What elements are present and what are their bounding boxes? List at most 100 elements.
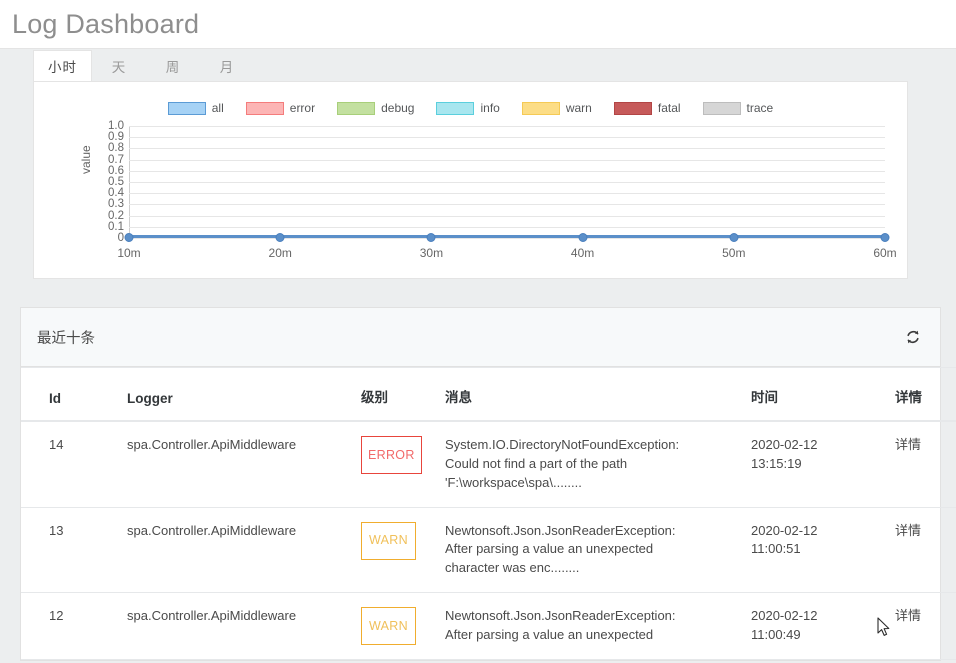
y-axis-tick: 0.4: [108, 187, 124, 200]
time-line: 13:15:19: [751, 455, 802, 471]
data-point[interactable]: [275, 233, 285, 242]
tab-label: 小时: [48, 60, 77, 75]
chart-plot-area: 1.0 0.9 0.8 0.7 0.6 0.5 0.4 0.3 0.2 0.1 0 10m 20m 30m…: [108, 120, 897, 260]
column-header-4: 时间: [743, 367, 887, 422]
tab-3[interactable]: 月: [200, 50, 254, 81]
grid-line: [129, 204, 885, 206]
time-line: 2020-02-12: [751, 437, 818, 452]
message-line: Could not find a part of the path: [445, 455, 628, 471]
legend-item-warn[interactable]: warn: [521, 101, 592, 115]
y-axis-tick: 0: [117, 232, 124, 244]
recent-logs-title: 最近十条: [37, 330, 95, 347]
table-row: 14 spa.Controller.ApiMiddleware ERROR Syste…: [21, 421, 956, 508]
cell-time: 2020-02-12 13:15:19: [743, 421, 887, 508]
cell-level: WARN: [353, 507, 437, 594]
cell-message: Newtonsoft.Json.JsonReaderException: Afte…: [437, 592, 743, 661]
cell-time: 2020-02-12 11:00:49: [743, 592, 887, 661]
y-axis-tick: 0.6: [108, 164, 124, 177]
message-line: System.IO.DirectoryNotFoundException:: [445, 437, 680, 452]
y-axis-tick: 1.0: [108, 120, 124, 132]
tab-1[interactable]: 天: [92, 50, 146, 81]
detail-link[interactable]: 详情: [895, 523, 921, 538]
tab-label: 月: [219, 59, 235, 75]
legend-swatch-info: [436, 101, 475, 115]
message-line: Newtonsoft.Json.JsonReaderException:: [445, 522, 676, 538]
status-badge: ERROR: [361, 436, 422, 474]
grid-line: [129, 148, 885, 150]
recent-logs-card-header: 最近十条: [21, 308, 940, 367]
time-line: 11:00:51: [751, 541, 801, 557]
period-tabs: 小时 天 周 月: [33, 50, 908, 81]
logs-table-body: 14 spa.Controller.ApiMiddleware ERROR Syste…: [21, 421, 956, 661]
legend-item-debug[interactable]: debug: [337, 101, 414, 115]
chart-legend: all error debug info warn fatal trace: [34, 101, 907, 115]
chart-card: all error debug info warn fatal trace value 1.…: [33, 81, 908, 279]
grid-line: [129, 226, 885, 228]
grid-line: [129, 193, 885, 195]
legend-label-error: error: [289, 101, 316, 115]
tab-0[interactable]: 小时: [33, 50, 92, 81]
cell-detail: 详情: [887, 592, 956, 661]
table-row: 12 spa.Controller.ApiMiddleware WARN Newton…: [21, 592, 956, 661]
status-badge: WARN: [361, 607, 416, 646]
legend-label-trace: trace: [746, 101, 774, 115]
message-line: After parsing a value an unexpected: [445, 626, 654, 642]
message-line: 'F:\workspace\spa\........: [445, 474, 582, 490]
detail-link[interactable]: 详情: [895, 608, 921, 623]
cell-logger: spa.Controller.ApiMiddleware: [119, 421, 353, 508]
logs-table-head: Id Logger 级别 消息 时间 详情: [21, 367, 956, 422]
tab-label: 周: [165, 59, 181, 75]
cell-logger: spa.Controller.ApiMiddleware: [119, 507, 353, 594]
recent-logs-card: 最近十条 Id Logger 级别 消息 时间 详情 14 spa.Controller.A…: [20, 307, 956, 662]
y-axis-tick: 0.9: [108, 131, 124, 144]
tab-2[interactable]: 周: [146, 50, 200, 81]
cell-detail: 详情: [887, 421, 956, 508]
y-axis-tick: 0.5: [108, 176, 124, 188]
legend-item-info[interactable]: info: [436, 101, 500, 115]
legend-swatch-warn: [521, 101, 560, 115]
legend-item-trace[interactable]: trace: [702, 101, 774, 115]
grid-line: [129, 215, 885, 217]
column-header-1: Logger: [119, 367, 353, 422]
column-header-0: Id: [21, 367, 119, 422]
column-header-5: 详情: [887, 367, 956, 422]
x-axis-tick: 30m: [419, 246, 444, 260]
time-line: 2020-02-12: [751, 608, 818, 624]
legend-label-warn: warn: [565, 101, 592, 115]
cell-id: 13: [21, 507, 119, 594]
data-point[interactable]: [124, 233, 134, 242]
x-axis-tick: 60m: [873, 246, 897, 260]
cell-id: 14: [21, 421, 119, 508]
legend-item-error[interactable]: error: [245, 101, 316, 115]
refresh-button[interactable]: [902, 326, 924, 348]
grid-line: [129, 159, 885, 161]
y-axis-tick: 0.3: [108, 198, 124, 211]
legend-label-all: all: [211, 101, 224, 115]
legend-item-all[interactable]: all: [167, 101, 224, 115]
time-line: 11:00:49: [751, 626, 801, 642]
page-title: Log Dashboard: [12, 8, 200, 39]
grid-line: [129, 137, 885, 139]
data-point[interactable]: [426, 233, 436, 242]
y-axis-tick: 0.2: [108, 209, 124, 222]
legend-label-info: info: [480, 101, 500, 115]
legend-item-fatal[interactable]: fatal: [613, 101, 681, 115]
x-axis-tick: 10m: [117, 246, 141, 260]
column-header-3: 消息: [437, 367, 743, 422]
data-point[interactable]: [880, 233, 890, 242]
data-point[interactable]: [729, 233, 739, 242]
legend-swatch-fatal: [613, 101, 652, 115]
detail-link[interactable]: 详情: [895, 437, 921, 452]
grid-line: [129, 126, 885, 127]
table-row: 13 spa.Controller.ApiMiddleware WARN Newton…: [21, 507, 956, 594]
refresh-icon: [907, 330, 919, 344]
y-axis-tick: 0.8: [108, 142, 124, 155]
cell-detail: 详情: [887, 507, 956, 594]
message-line: After parsing a value an unexpected: [445, 541, 654, 557]
chart-inner: all error debug info warn fatal trace value 1.…: [34, 82, 907, 278]
status-badge: WARN: [361, 521, 416, 560]
cell-logger: spa.Controller.ApiMiddleware: [119, 592, 353, 661]
data-point[interactable]: [578, 233, 588, 242]
tab-label: 天: [111, 59, 127, 75]
app-header: Log Dashboard: [0, 0, 956, 49]
